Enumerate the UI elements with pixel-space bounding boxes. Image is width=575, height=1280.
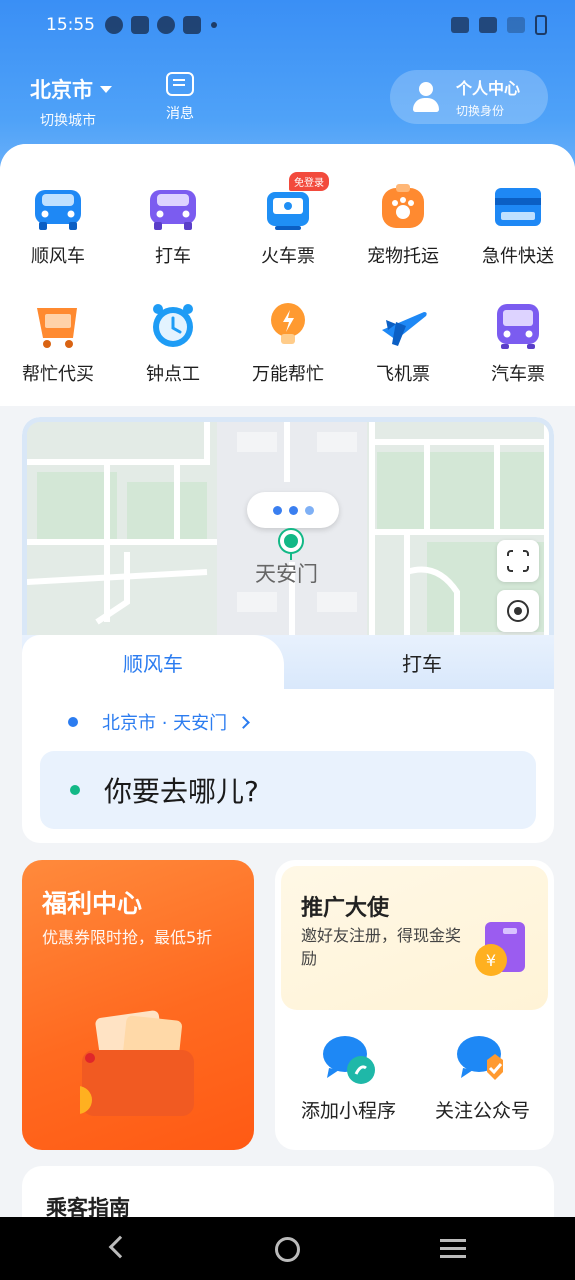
pickup-text: 北京市 · 天安门 bbox=[102, 713, 228, 734]
status-bar: 15:55 bbox=[0, 0, 575, 50]
clock-icon bbox=[146, 300, 200, 350]
cart-icon bbox=[31, 300, 85, 350]
service-buy-for-me[interactable]: 帮忙代买 bbox=[3, 300, 113, 386]
destination-input[interactable]: 你要去哪儿? bbox=[40, 751, 536, 829]
mini-action-label: 添加小程序 bbox=[300, 1100, 396, 1122]
destination-placeholder: 你要去哪儿? bbox=[104, 775, 259, 808]
free-login-badge: 免登录 bbox=[289, 172, 329, 191]
welfare-center-card[interactable]: 福利中心 优惠券限时抢，最低5折 bbox=[22, 860, 254, 1150]
promoter-card[interactable]: 推广大使 邀好友注册，得现金奖励 ¥ bbox=[281, 866, 548, 1010]
svg-text:¥: ¥ bbox=[486, 951, 496, 970]
add-mini-program-button[interactable]: 添加小程序 bbox=[279, 1032, 418, 1123]
services-grid: 顺风车 打车 免登录 火车票 宠物托运 急件快送 帮忙代买 钟点工 万能帮忙 飞… bbox=[0, 144, 575, 406]
city-selector[interactable]: 北京市 切换城市 bbox=[30, 74, 112, 130]
caret-down-icon bbox=[100, 85, 112, 93]
service-taxi[interactable]: 打车 bbox=[118, 182, 228, 268]
location-pin-icon bbox=[280, 530, 302, 552]
messages-button[interactable]: 消息 bbox=[160, 72, 200, 123]
welfare-title: 福利中心 bbox=[42, 889, 143, 918]
plane-icon bbox=[376, 300, 430, 350]
profile-title: 个人中心 bbox=[456, 79, 521, 98]
taxi-icon bbox=[146, 182, 200, 232]
service-label: 帮忙代买 bbox=[22, 364, 94, 385]
service-label: 火车票 bbox=[261, 246, 315, 267]
bus-icon bbox=[491, 300, 545, 350]
signal-icon bbox=[507, 17, 525, 33]
fullscreen-button[interactable] bbox=[497, 540, 539, 582]
reward-icon: ¥ bbox=[473, 920, 529, 982]
more-notifications-icon bbox=[211, 22, 217, 28]
pet-icon bbox=[376, 182, 430, 232]
service-label: 钟点工 bbox=[146, 364, 200, 385]
booking-card: 天安门 顺风车 打车 北京市 · 天安门 你要去哪儿? bbox=[22, 417, 554, 843]
loading-indicator bbox=[247, 492, 339, 528]
tab-carpool[interactable]: 顺风车 bbox=[22, 635, 284, 689]
map-place-label: 天安门 bbox=[255, 562, 318, 586]
welfare-subtitle: 优惠券限时抢，最低5折 bbox=[42, 928, 213, 947]
train-icon: 免登录 bbox=[261, 172, 329, 232]
chevron-right-icon bbox=[237, 715, 251, 729]
menu-icon[interactable] bbox=[440, 1239, 466, 1242]
home-icon[interactable] bbox=[275, 1237, 300, 1262]
service-label: 万能帮忙 bbox=[252, 364, 324, 385]
destination-dot-icon bbox=[70, 785, 80, 795]
promo-title: 推广大使 bbox=[301, 896, 390, 921]
pickup-location[interactable]: 北京市 · 天安门 bbox=[68, 709, 251, 735]
wifi-icon bbox=[479, 17, 497, 33]
service-universal-help[interactable]: 万能帮忙 bbox=[233, 300, 343, 386]
expand-icon bbox=[505, 548, 531, 574]
app-icon bbox=[183, 16, 201, 34]
mini-action-label: 关注公众号 bbox=[434, 1100, 530, 1122]
service-carpool[interactable]: 顺风车 bbox=[3, 182, 113, 268]
bulb-icon bbox=[261, 300, 315, 350]
locate-button[interactable] bbox=[497, 590, 539, 632]
card-icon bbox=[491, 182, 545, 232]
check-icon bbox=[105, 16, 123, 34]
message-icon bbox=[166, 72, 194, 96]
mail-icon bbox=[131, 16, 149, 34]
back-icon[interactable] bbox=[108, 1235, 132, 1259]
right-card: 推广大使 邀好友注册，得现金奖励 ¥ 添加小程序 关注公众号 bbox=[275, 860, 554, 1150]
service-label: 顺风车 bbox=[31, 246, 85, 267]
map-view[interactable]: 天安门 bbox=[22, 417, 554, 647]
service-label: 打车 bbox=[155, 246, 191, 267]
city-switch-label: 切换城市 bbox=[40, 113, 96, 129]
service-label: 飞机票 bbox=[376, 364, 430, 385]
locate-icon bbox=[507, 600, 529, 622]
service-express[interactable]: 急件快送 bbox=[463, 182, 573, 268]
service-train[interactable]: 免登录 火车票 bbox=[233, 172, 343, 268]
tab-taxi[interactable]: 打车 bbox=[290, 635, 554, 689]
service-label: 宠物托运 bbox=[367, 246, 439, 267]
service-label: 汽车票 bbox=[491, 364, 545, 385]
vibrate-icon bbox=[451, 17, 469, 33]
app-header: 北京市 切换城市 消息 个人中心 切换身份 bbox=[0, 68, 575, 130]
messages-label: 消息 bbox=[166, 106, 194, 122]
chat-icon bbox=[157, 16, 175, 34]
official-account-icon bbox=[455, 1032, 511, 1086]
origin-dot-icon bbox=[68, 717, 78, 727]
profile-sub: 切换身份 bbox=[456, 104, 505, 118]
service-bus-tickets[interactable]: 汽车票 bbox=[463, 300, 573, 386]
system-navigation-bar bbox=[0, 1217, 575, 1280]
service-pet[interactable]: 宠物托运 bbox=[348, 182, 458, 268]
ride-tabs: 顺风车 打车 bbox=[22, 635, 554, 689]
user-icon bbox=[412, 82, 440, 112]
car-icon bbox=[31, 182, 85, 232]
service-label: 急件快送 bbox=[482, 246, 554, 267]
follow-official-account-button[interactable]: 关注公众号 bbox=[413, 1032, 552, 1123]
profile-center-button[interactable]: 个人中心 切换身份 bbox=[390, 70, 548, 124]
battery-icon bbox=[535, 15, 547, 35]
mini-program-icon bbox=[321, 1032, 377, 1086]
city-name: 北京市 bbox=[30, 78, 93, 102]
service-hourly-worker[interactable]: 钟点工 bbox=[118, 300, 228, 386]
status-time: 15:55 bbox=[46, 15, 95, 35]
service-flights[interactable]: 飞机票 bbox=[348, 300, 458, 386]
promo-subtitle: 邀好友注册，得现金奖励 bbox=[301, 926, 462, 968]
coupon-wallet-icon bbox=[64, 1010, 196, 1120]
